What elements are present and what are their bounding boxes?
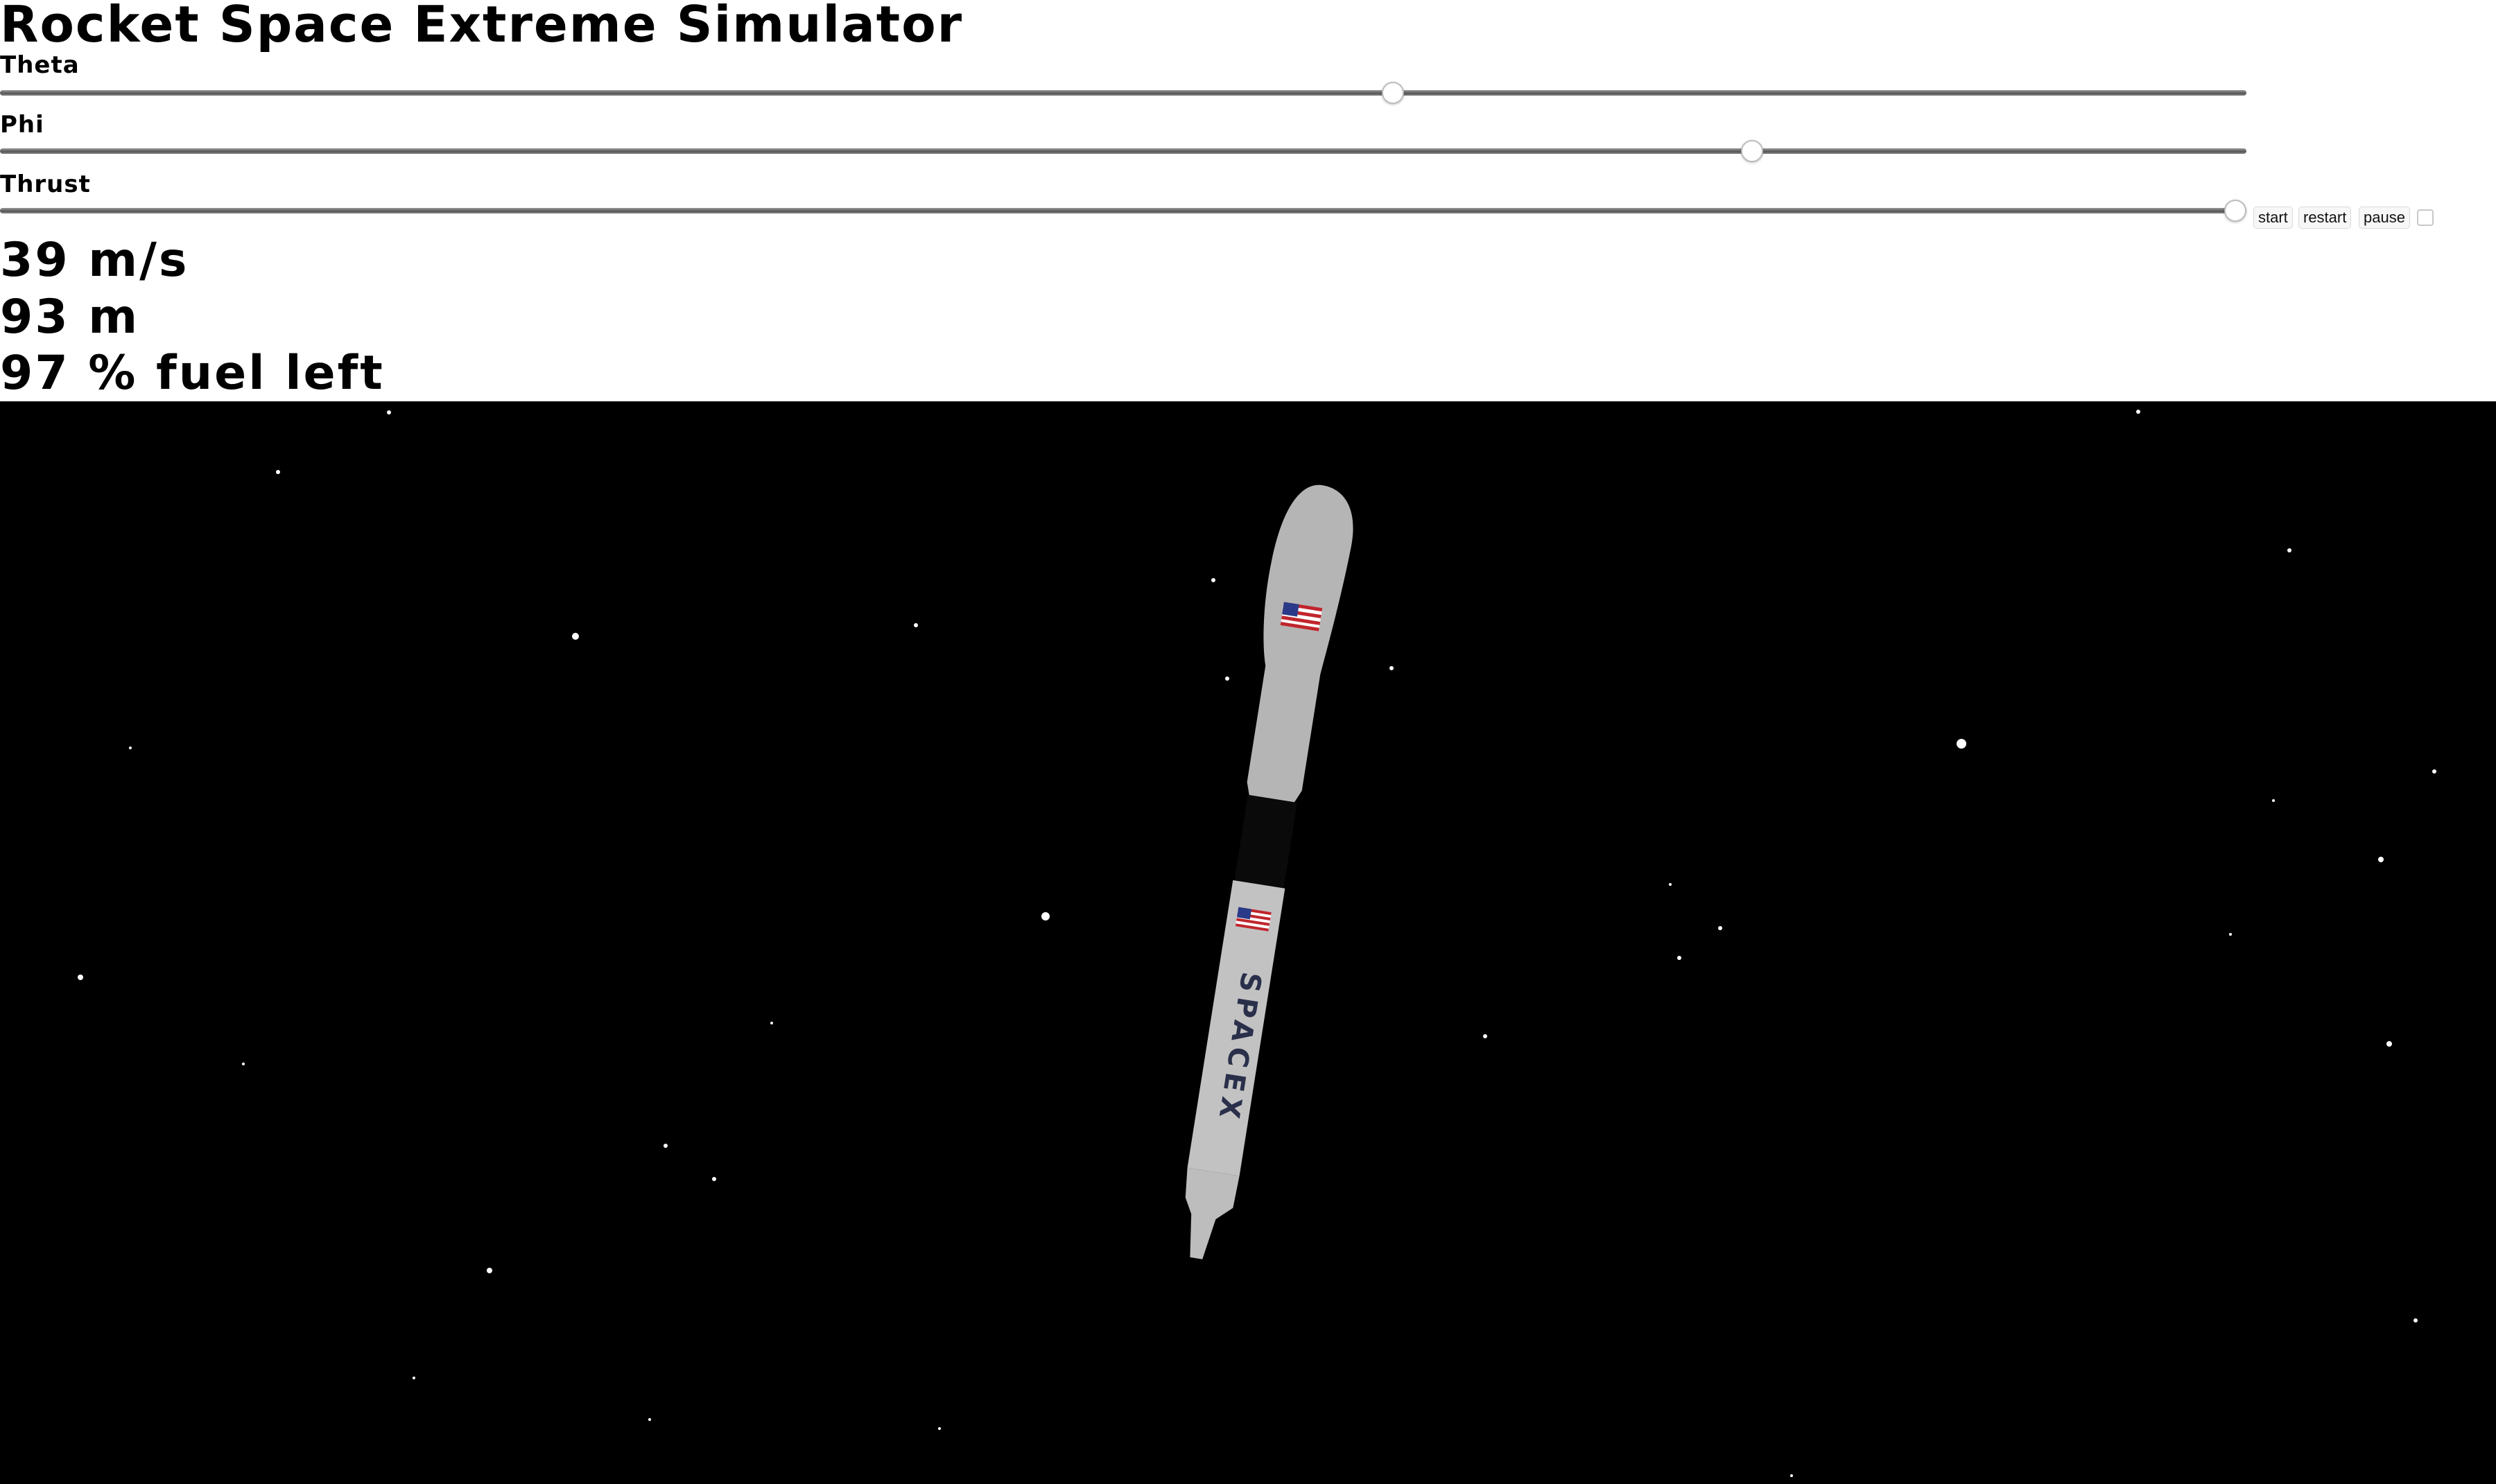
rocket: SPACEX	[1185, 485, 1353, 1259]
thrust-label: Thrust	[0, 171, 91, 198]
theta-slider-thumb[interactable]	[1381, 82, 1404, 104]
phi-label: Phi	[0, 111, 44, 139]
thrust-slider[interactable]	[0, 197, 2246, 225]
rocket-engine-section	[1185, 1167, 1240, 1259]
phi-slider[interactable]	[0, 137, 2246, 165]
velocity-readout: 39 m/s	[0, 233, 189, 288]
thrust-slider-thumb[interactable]	[2224, 200, 2246, 222]
fuel-readout: 97 % fuel left	[0, 346, 385, 401]
pause-checkbox[interactable]	[2417, 209, 2434, 226]
space-scene: SPACEX	[78, 410, 2436, 1477]
phi-slider-thumb[interactable]	[1741, 140, 1764, 162]
space-canvas[interactable]: SPACEX	[0, 401, 2496, 1484]
theta-slider[interactable]	[0, 79, 2246, 107]
altitude-readout: 93 m	[0, 290, 140, 344]
rocket-upper-stage	[1247, 485, 1353, 803]
restart-button[interactable]: restart	[2298, 207, 2352, 229]
pause-button[interactable]: pause	[2359, 207, 2410, 229]
phi-slider-track[interactable]	[0, 148, 2246, 154]
rocket-interstage	[1234, 794, 1297, 889]
thrust-slider-track[interactable]	[0, 208, 2246, 213]
page-title: Rocket Space Extreme Simulator	[0, 0, 964, 53]
start-button[interactable]: start	[2253, 207, 2293, 229]
theta-label: Theta	[0, 51, 80, 79]
theta-slider-track[interactable]	[0, 90, 2246, 96]
